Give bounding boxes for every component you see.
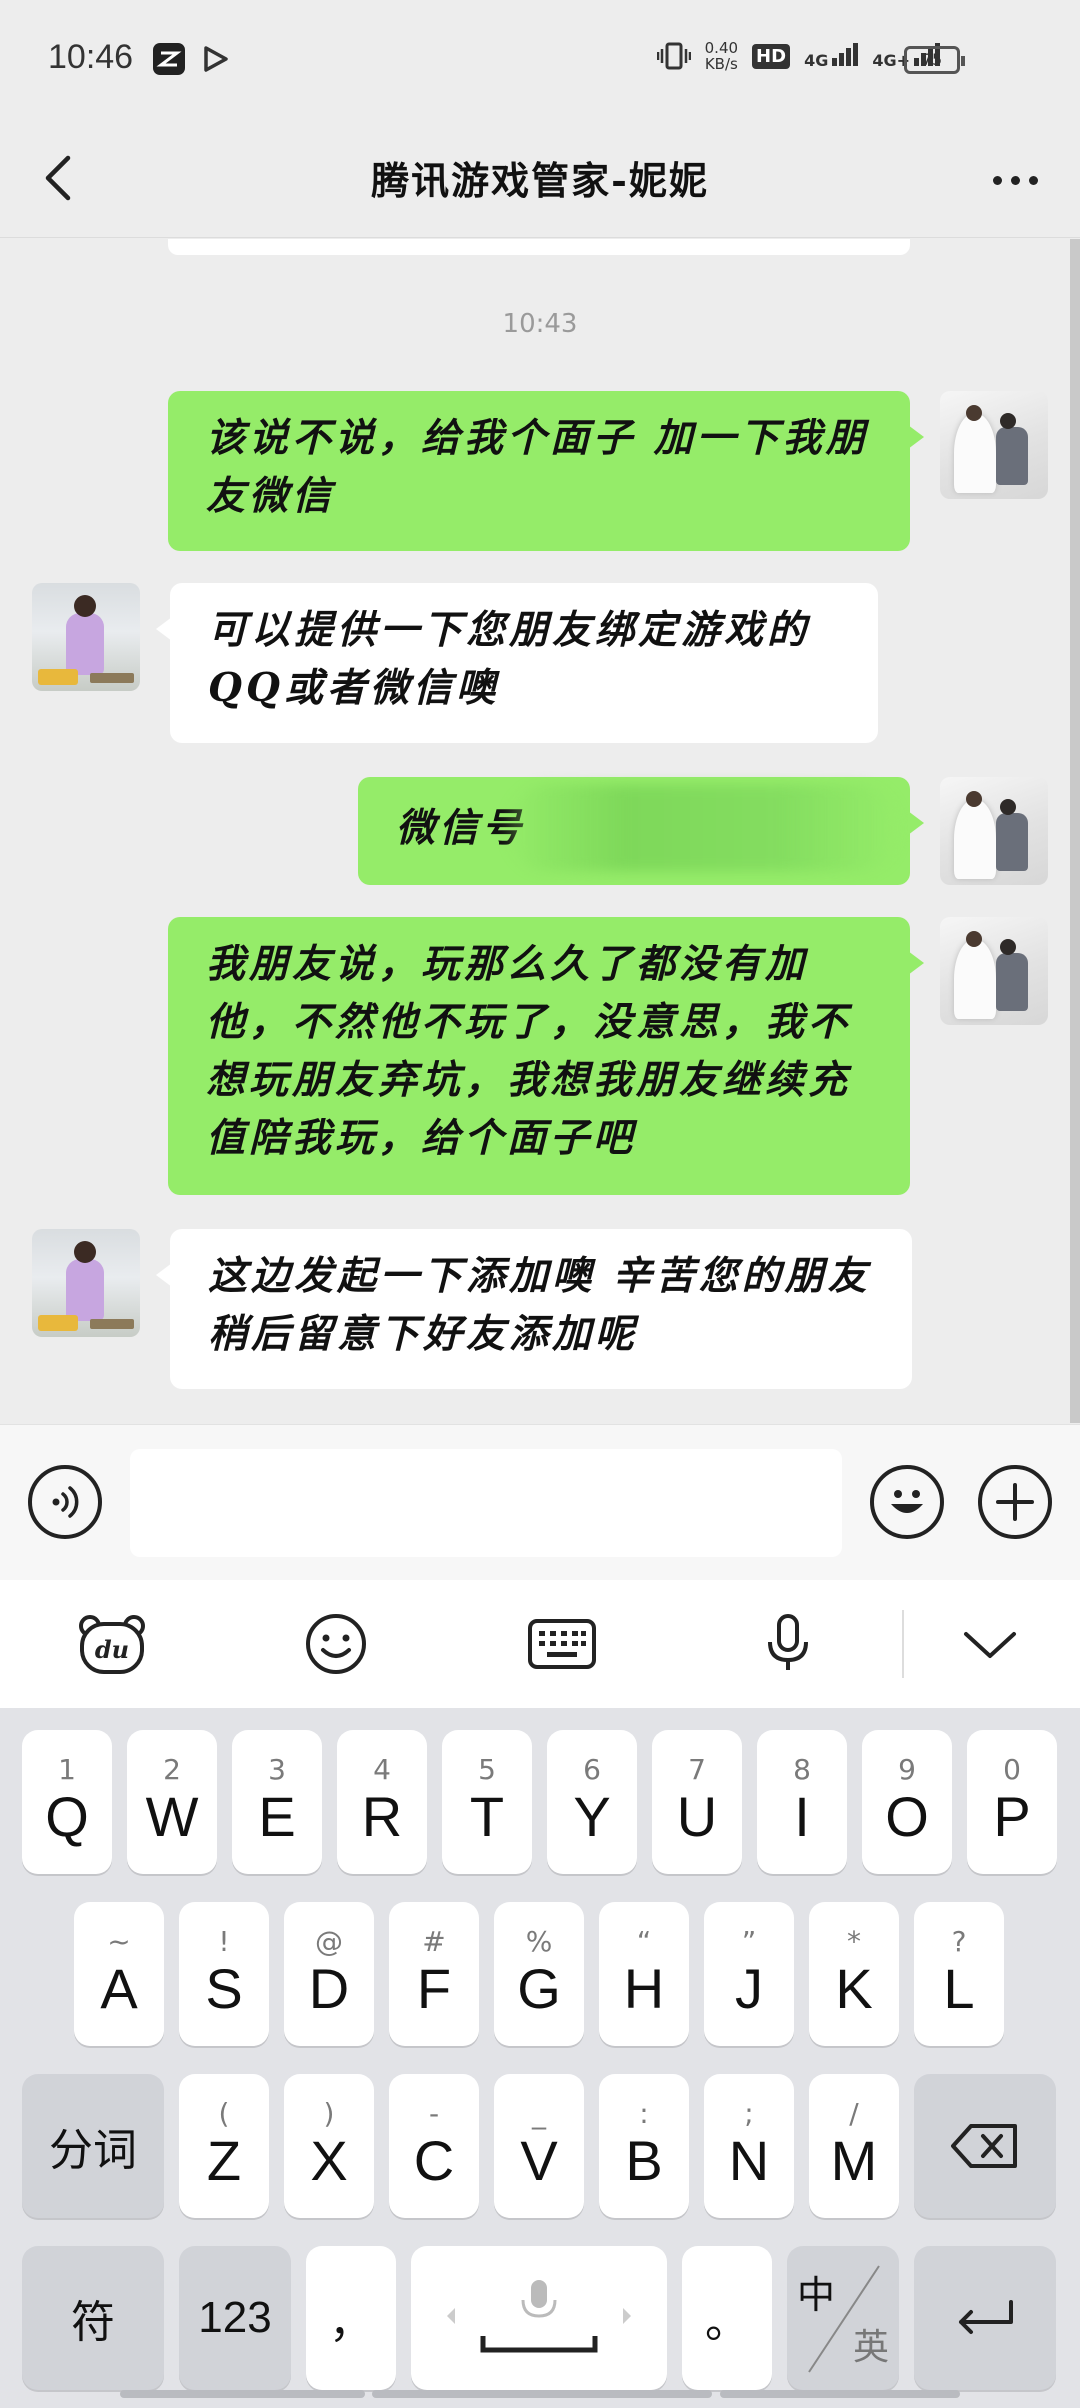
message-text: 这边发起一下添加噢 辛苦您的朋友稍后留意下好友添加呢 (208, 1253, 871, 1357)
baidu-bear-icon: du (79, 1615, 145, 1674)
redacted-area (508, 785, 898, 871)
battery-icon: 75 (904, 46, 965, 74)
message-text: 该说不说，给我个面子 加一下我朋友微信 (206, 415, 869, 519)
key-m[interactable]: / M (809, 2074, 899, 2218)
keyboard-switch-button[interactable] (522, 1604, 602, 1684)
baidu-logo-button[interactable]: du (72, 1604, 152, 1684)
space-mic-icon (447, 2280, 631, 2353)
smile-icon (306, 1614, 366, 1674)
key-o[interactable]: 9O (862, 1730, 952, 1874)
more-options-button[interactable] (980, 150, 1050, 210)
previous-message-bubble (168, 239, 910, 255)
key-x[interactable]: ) X (284, 2074, 374, 2218)
emoji-button[interactable] (870, 1465, 944, 1539)
key-q[interactable]: 1Q (22, 1730, 112, 1874)
symbols-key[interactable]: 符 (22, 2246, 164, 2390)
agent-avatar[interactable] (32, 583, 140, 691)
key-v[interactable]: _ V (494, 2074, 584, 2218)
chat-title: 腾讯游戏管家-妮妮 (371, 158, 709, 203)
my-avatar[interactable] (940, 777, 1048, 885)
message-bubble-received[interactable]: 可以提供一下您朋友绑定游戏的QQ或者微信噢 (156, 583, 878, 743)
signal-sim1: 4G (804, 42, 859, 70)
hd-badge: HD (752, 43, 791, 69)
net-speed: 0.40 KB/s (704, 39, 739, 73)
scrollbar[interactable] (1070, 239, 1080, 1423)
enter-key[interactable] (914, 2246, 1056, 2390)
key-r[interactable]: 4R (337, 1730, 427, 1874)
key-l[interactable]: ? L (914, 1902, 1004, 2046)
key-s[interactable]: ! S (179, 1902, 269, 2046)
dot-icon (992, 175, 1002, 185)
dot-icon (1010, 175, 1020, 185)
keyboard-toolbar: du (0, 1580, 1080, 1708)
svg-text:du: du (95, 1635, 129, 1664)
microphone-icon (768, 1614, 808, 1670)
plus-icon (996, 1483, 1034, 1521)
key-t[interactable]: 5T (442, 1730, 532, 1874)
language-switch-key[interactable]: 中 英 (787, 2246, 899, 2390)
home-indicator (720, 2390, 960, 2398)
play-icon (204, 46, 228, 72)
backspace-key[interactable] (914, 2074, 1056, 2218)
voice-typing-button[interactable] (748, 1604, 828, 1684)
smiley-icon (891, 1490, 923, 1513)
key-u[interactable]: 7U (652, 1730, 742, 1874)
backspace-icon (951, 2124, 1017, 2168)
key-i[interactable]: 8I (757, 1730, 847, 1874)
key-b[interactable]: :B (599, 2074, 689, 2218)
message-bubble-sent[interactable]: 微信号 (358, 777, 924, 885)
message-bubble-sent[interactable]: 我朋友说，玩那么久了都没有加他，不然他不玩了，没意思，我不想玩朋友弃坑，我想我朋… (168, 917, 924, 1195)
key-e[interactable]: 3E (232, 1730, 322, 1874)
voice-wave-icon (52, 1486, 79, 1518)
space-key[interactable] (411, 2246, 667, 2390)
my-avatar[interactable] (940, 391, 1048, 499)
key-h[interactable]: “H (599, 1902, 689, 2046)
key-g[interactable]: % G (494, 1902, 584, 2046)
home-indicator (372, 2390, 712, 2398)
key-j[interactable]: ” J (704, 1902, 794, 2046)
segment-key[interactable]: 分词 (22, 2074, 164, 2218)
keyboard-icon (528, 1619, 596, 1669)
chat-area[interactable]: 10:43 该说不说，给我个面子 加一下我朋友微信 可以提供一下您朋友绑定游戏的… (0, 239, 1080, 1423)
home-indicator (120, 2390, 365, 2398)
comma-key[interactable]: ， (306, 2246, 396, 2390)
capcut-icon (153, 43, 185, 75)
vibrate-icon (656, 42, 691, 70)
key-w[interactable]: 2W (127, 1730, 217, 1874)
status-bar: 10:46 0.40 KB/s HD 4G 4G+ 75 (0, 0, 1080, 120)
dot-icon (1028, 175, 1038, 185)
collapse-keyboard-button[interactable] (950, 1604, 1030, 1684)
key-c[interactable]: -C (389, 2074, 479, 2218)
key-f[interactable]: # F (389, 1902, 479, 2046)
key-n[interactable]: ; N (704, 2074, 794, 2218)
emoji-keyboard-button[interactable] (296, 1604, 376, 1684)
voice-input-button[interactable] (28, 1465, 102, 1539)
key-a[interactable]: ~ A (74, 1902, 164, 2046)
enter-icon (959, 2300, 1013, 2334)
key-d[interactable]: @ D (284, 1902, 374, 2046)
input-bar (0, 1424, 1080, 1580)
message-text: 我朋友说，玩那么久了都没有加他，不然他不玩了，没意思，我不想玩朋友弃坑，我想我朋… (206, 941, 852, 1161)
key-p[interactable]: 0P (967, 1730, 1057, 1874)
key-y[interactable]: 6Y (547, 1730, 637, 1874)
chat-header: 腾讯游戏管家-妮妮 (0, 120, 1080, 238)
period-key[interactable]: 。 (682, 2246, 772, 2390)
numbers-key[interactable]: 123 (179, 2246, 291, 2390)
toolbar-divider (902, 1610, 904, 1678)
message-timestamp: 10:43 (502, 309, 578, 339)
message-bubble-received[interactable]: 这边发起一下添加噢 辛苦您的朋友稍后留意下好友添加呢 (156, 1229, 912, 1389)
more-actions-button[interactable] (978, 1465, 1052, 1539)
chevron-down-icon (964, 1632, 1016, 1658)
key-z[interactable]: (Z (179, 2074, 269, 2218)
message-bubble-sent[interactable]: 该说不说，给我个面子 加一下我朋友微信 (168, 391, 924, 551)
my-avatar[interactable] (940, 917, 1048, 1025)
agent-avatar[interactable] (32, 1229, 140, 1337)
message-input[interactable] (130, 1449, 842, 1557)
message-text: 可以提供一下您朋友绑定游戏的QQ或者微信噢 (208, 607, 811, 711)
keyboard: 1Q 2W 3E 4R 5T 6Y 7U 8I 9O 0P ~ A ! S @ D #… (0, 1708, 1080, 2408)
key-k[interactable]: * K (809, 1902, 899, 2046)
status-time: 10:46 (48, 38, 134, 76)
message-text: 微信号 (396, 805, 526, 851)
